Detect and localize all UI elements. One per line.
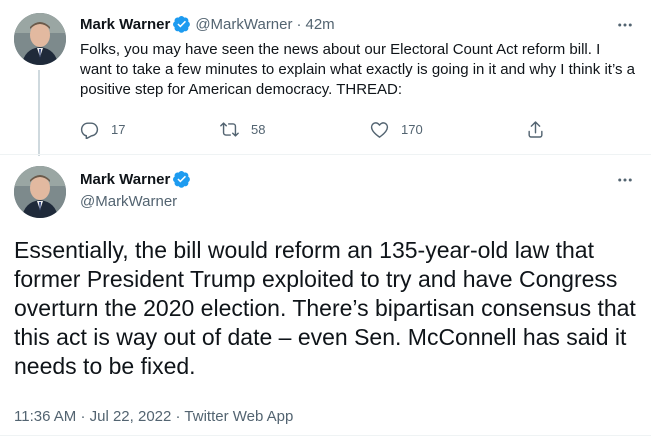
separator-dot: · — [296, 15, 302, 33]
thread-tweet[interactable]: Mark Warner @MarkWarner · 42m Folks, you… — [0, 0, 651, 156]
author-name[interactable]: Mark Warner — [80, 16, 170, 33]
verified-badge-icon — [173, 15, 191, 33]
main-tweet-text: Essentially, the bill would reform an 13… — [14, 237, 636, 379]
thread-connector-line — [38, 70, 40, 156]
tweet-timestamp[interactable]: 11:36 AM — [14, 408, 76, 425]
tweet-time[interactable]: 42m — [306, 16, 335, 33]
separator-dot: · — [80, 408, 86, 425]
heart-icon — [370, 121, 389, 138]
author-handle[interactable]: @MarkWarner — [80, 193, 177, 210]
author-handle[interactable]: @MarkWarner — [195, 16, 292, 33]
reply-button[interactable]: 17 — [80, 118, 125, 140]
share-button[interactable] — [526, 118, 545, 140]
more-horizontal-icon[interactable] — [614, 15, 636, 35]
verified-badge-icon — [173, 170, 191, 188]
tweet-source[interactable]: Twitter Web App — [184, 408, 293, 425]
retweet-button[interactable]: 58 — [220, 118, 265, 140]
tweet-header: Mark Warner @MarkWarner · 42m — [80, 14, 335, 34]
tweet-text: Folks, you may have seen the news about … — [80, 41, 636, 98]
retweet-count: 58 — [251, 121, 266, 137]
retweet-icon — [220, 121, 239, 137]
tweet-metadata: 11:36 AM · Jul 22, 2022 · Twitter Web Ap… — [14, 408, 293, 425]
avatar[interactable] — [14, 166, 66, 218]
like-count: 170 — [401, 121, 423, 137]
avatar-photo — [14, 166, 66, 218]
tweet-divider — [0, 154, 651, 155]
more-horizontal-icon[interactable] — [614, 170, 636, 190]
share-icon — [528, 120, 543, 138]
tweet-date[interactable]: Jul 22, 2022 — [90, 408, 172, 425]
like-button[interactable]: 170 — [370, 118, 423, 140]
author-name[interactable]: Mark Warner — [80, 171, 170, 188]
reply-count: 17 — [111, 121, 126, 137]
separator-dot: · — [175, 408, 181, 425]
main-tweet-author: Mark Warner — [80, 170, 191, 188]
reply-icon — [80, 121, 99, 139]
tweet-actions: 17 58 170 — [80, 118, 550, 140]
avatar-photo — [14, 13, 66, 65]
avatar[interactable] — [14, 13, 66, 65]
